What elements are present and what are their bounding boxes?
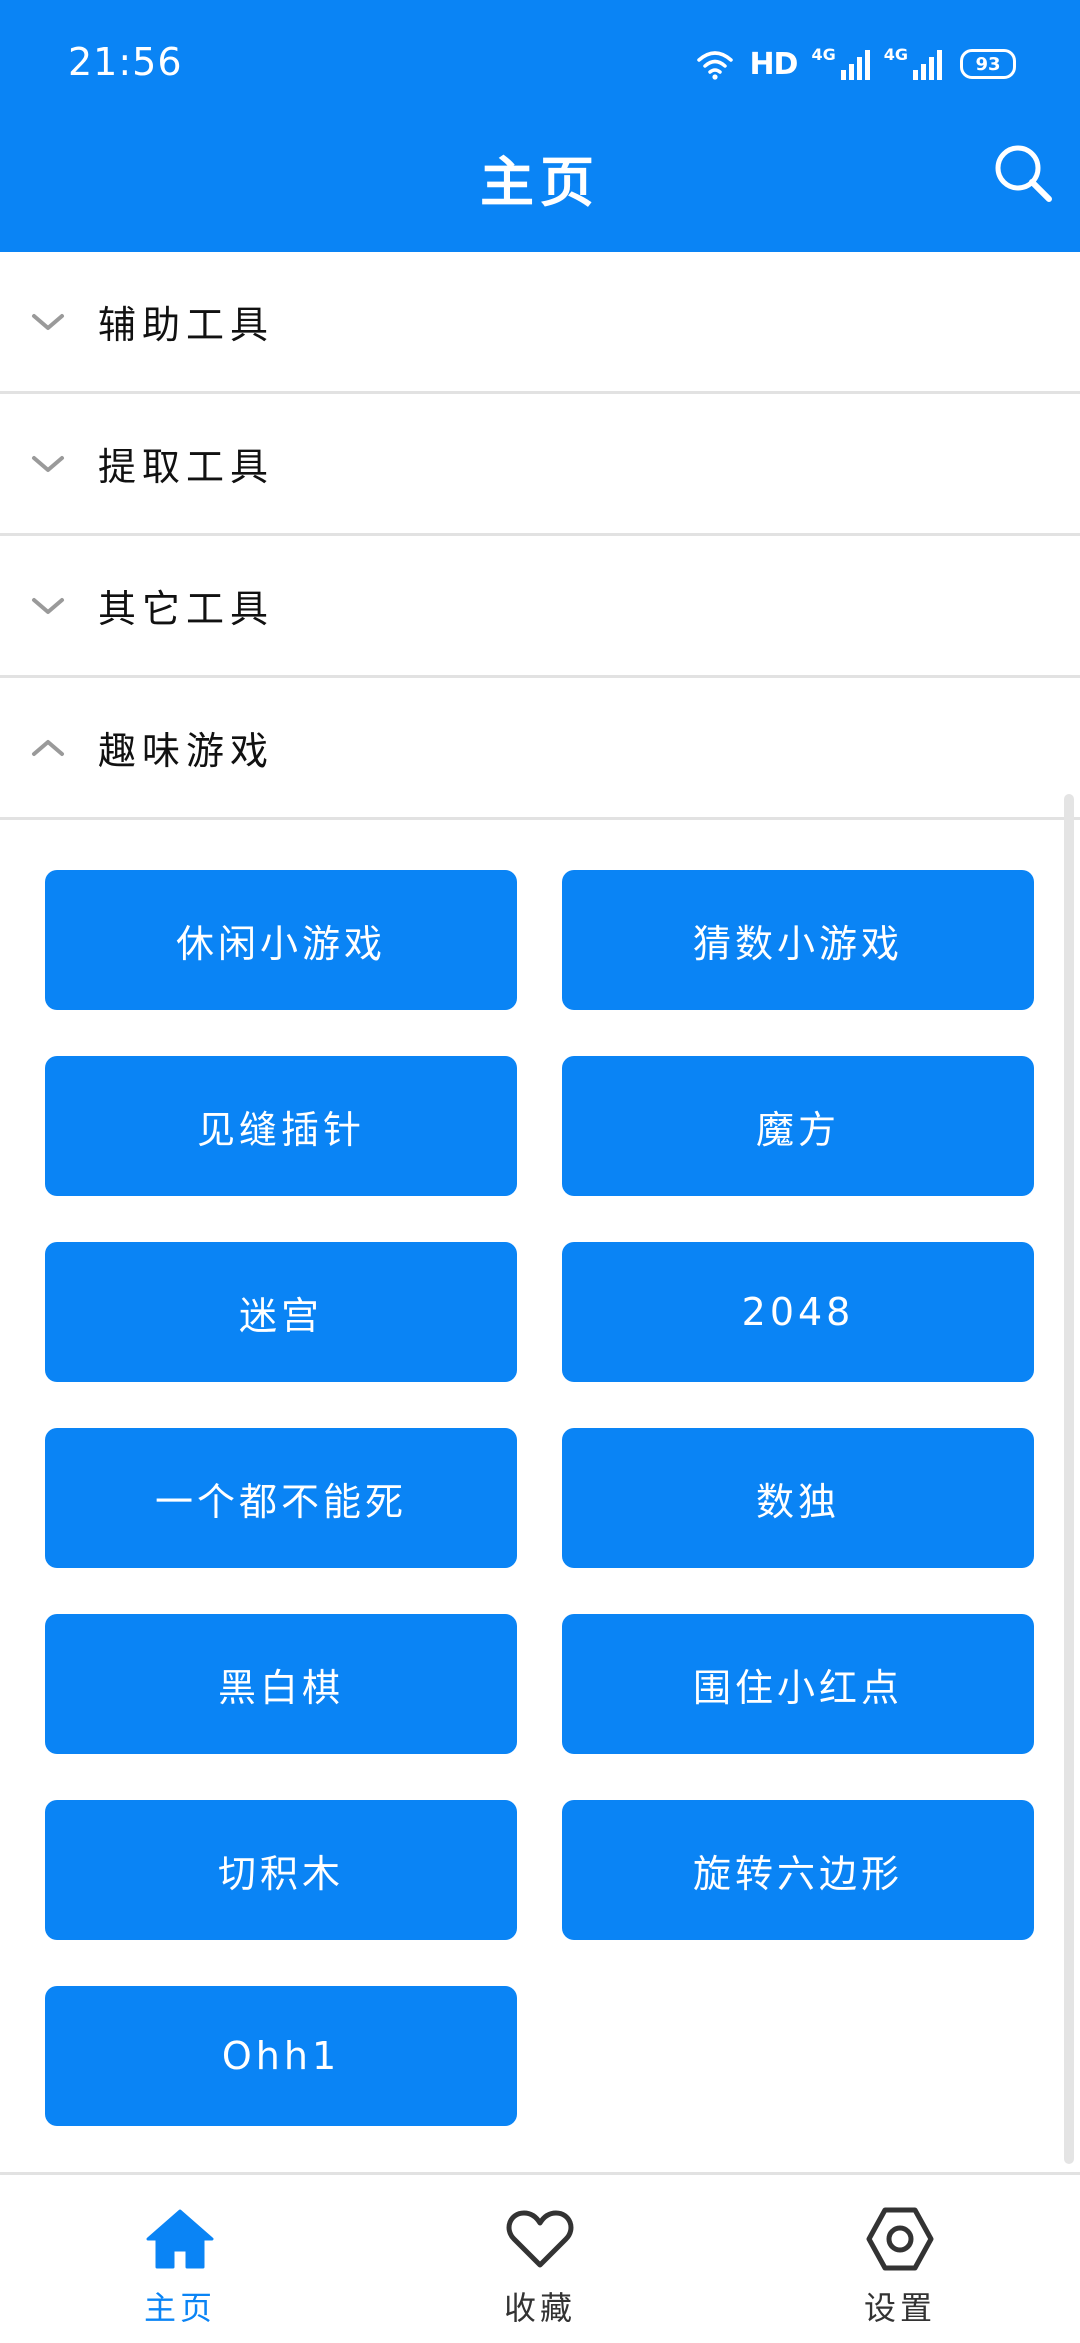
category-label: 辅助工具 [98,303,275,347]
search-icon [991,141,1055,209]
nav-item-settings[interactable]: 设置 [720,2175,1080,2343]
battery-icon: 93 [960,49,1016,79]
nav-label: 收藏 [503,2289,576,2327]
games-grid: 休闲小游戏 猜数小游戏 见缝插针 魔方 迷宫 2048 一个都不能死 数独 黑白… [0,822,1080,2172]
heart-icon [505,2207,575,2271]
settings-icon [865,2207,935,2271]
signal-icon [840,48,870,80]
status-icons: HD 4G 4G 93 [695,44,1016,84]
page-title: 主页 [480,151,600,214]
search-button[interactable] [988,140,1058,210]
game-button-reversi[interactable]: 黑白棋 [45,1614,517,1754]
game-button-rubiks-cube[interactable]: 魔方 [562,1056,1034,1196]
bottom-nav: 主页 收藏 设置 [0,2172,1080,2340]
chevron-down-icon [28,306,68,338]
game-button-casual[interactable]: 休闲小游戏 [45,870,517,1010]
chevron-down-icon [28,448,68,480]
game-button-ohh1[interactable]: Ohh1 [45,1986,517,2126]
category-label: 趣味游戏 [98,729,275,773]
game-button-guess-number[interactable]: 猜数小游戏 [562,870,1034,1010]
category-fun-games[interactable]: 趣味游戏 [0,678,1080,820]
home-icon [145,2207,215,2271]
status-bar: 21:56 HD 4G 4G 93 [0,0,1080,130]
game-button-rotate-hexagon[interactable]: 旋转六边形 [562,1800,1034,1940]
category-extract-tools[interactable]: 提取工具 [0,394,1080,536]
status-time: 21:56 [68,40,183,84]
hd-indicator: HD [749,46,798,82]
network-type-1: 4G [811,44,836,64]
game-button-cut-blocks[interactable]: 切积木 [45,1800,517,1940]
category-label: 其它工具 [98,587,275,631]
app-header: 21:56 HD 4G 4G 93 主页 [0,0,1080,252]
nav-label: 主页 [143,2289,216,2327]
nav-item-favorites[interactable]: 收藏 [360,2175,720,2343]
category-assist-tools[interactable]: 辅助工具 [0,252,1080,394]
game-button-2048[interactable]: 2048 [562,1242,1034,1382]
nav-label: 设置 [863,2289,936,2327]
game-button-maze[interactable]: 迷宫 [45,1242,517,1382]
game-button-circle-dot[interactable]: 围住小红点 [562,1614,1034,1754]
nav-item-home[interactable]: 主页 [0,2175,360,2343]
signal-icon-2 [912,48,942,80]
game-button-sudoku[interactable]: 数独 [562,1428,1034,1568]
chevron-down-icon [28,590,68,622]
chevron-up-icon [28,732,68,764]
game-button-pin[interactable]: 见缝插针 [45,1056,517,1196]
network-type-2: 4G [883,44,908,64]
game-button-none-die[interactable]: 一个都不能死 [45,1428,517,1568]
category-label: 提取工具 [98,445,275,489]
scrollbar[interactable] [1064,794,1074,2164]
category-other-tools[interactable]: 其它工具 [0,536,1080,678]
wifi-icon [695,48,735,80]
